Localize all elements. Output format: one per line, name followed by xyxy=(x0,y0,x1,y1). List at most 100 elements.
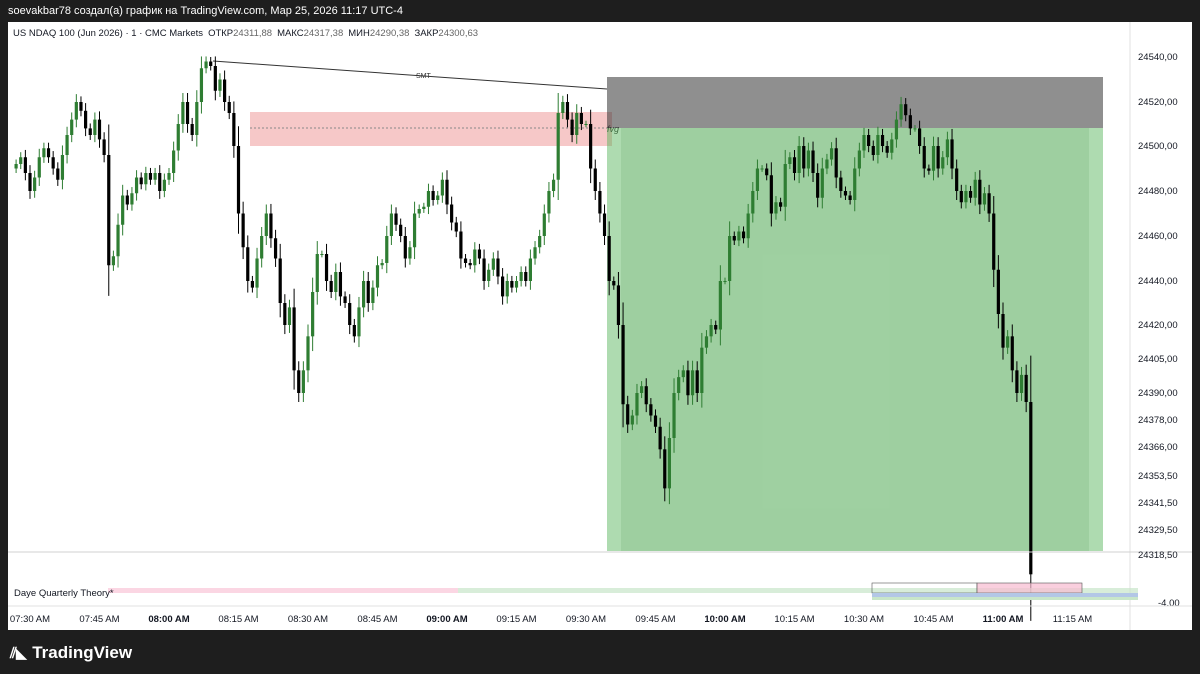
price-tick-label: 24378,00 xyxy=(1138,415,1178,426)
price-tick-label: 24480,00 xyxy=(1138,186,1178,197)
candle-body xyxy=(714,325,718,330)
candle-body xyxy=(649,404,653,416)
candle-body xyxy=(779,202,783,207)
close-label: ЗАКР xyxy=(414,28,438,39)
candle-body xyxy=(607,236,611,281)
price-chart[interactable]: fvg SMT 24540,0024520,0024500,0024480,00… xyxy=(8,22,1192,630)
candle-body xyxy=(278,258,282,303)
candle-body xyxy=(519,272,523,281)
candle-body xyxy=(783,164,787,207)
candle-body xyxy=(352,325,356,337)
candle-body xyxy=(148,173,153,180)
candle-body xyxy=(445,179,449,205)
candle-body xyxy=(158,173,162,191)
candle-body xyxy=(232,113,236,146)
candle-body xyxy=(301,370,305,393)
time-tick-label: 11:15 AM xyxy=(1053,614,1093,625)
time-tick-label: 09:15 AM xyxy=(496,614,536,625)
candle-body xyxy=(746,213,750,239)
candle-body xyxy=(102,139,106,155)
candle-body xyxy=(1029,402,1033,575)
time-tick-label: 10:00 AM xyxy=(704,614,745,625)
candle-body xyxy=(371,287,375,303)
low-value: 24290,38 xyxy=(370,28,410,39)
candle-body xyxy=(269,213,273,239)
candle-body xyxy=(320,254,324,255)
candle-body xyxy=(806,150,810,169)
candle-body xyxy=(1006,336,1010,348)
candle-body xyxy=(630,415,634,425)
candle-body xyxy=(839,177,843,191)
candle-body xyxy=(213,66,217,91)
time-tick-label: 08:15 AM xyxy=(218,614,258,625)
candle-body xyxy=(23,157,27,173)
candle-body xyxy=(918,128,922,146)
candle-body xyxy=(542,213,546,236)
candle-body xyxy=(913,128,917,130)
candle-body xyxy=(922,146,926,169)
candle-body xyxy=(978,179,982,205)
candle-body xyxy=(755,168,760,191)
candle-body xyxy=(311,292,315,337)
candle-body xyxy=(65,135,69,155)
candle-body xyxy=(487,269,491,281)
candle-body xyxy=(686,370,690,396)
footer: ⫽◣ TradingView xyxy=(0,630,1200,674)
candle-body xyxy=(616,285,621,325)
candle-body xyxy=(996,269,1000,314)
candle-body xyxy=(547,191,551,214)
symbol-title[interactable]: US NDAQ 100 (Jun 2026) · 1 · CMC Markets xyxy=(13,28,203,39)
chart-panel[interactable]: fvg SMT 24540,00 24520,00 24500,00 24480,00… xyxy=(8,22,1192,630)
candle-body xyxy=(1001,314,1005,348)
price-tick-label: 24390,00 xyxy=(1138,388,1178,399)
candle-body xyxy=(658,426,662,450)
candle-body xyxy=(853,168,857,200)
candle-body xyxy=(667,438,671,489)
candle-body xyxy=(79,102,83,111)
candle-body xyxy=(473,249,477,266)
candle-body xyxy=(945,139,949,158)
candle-body xyxy=(394,213,398,225)
time-axis[interactable]: 07:30 AM 07:45 AM 08:00 AM 08:15 AM 08:30 AM… xyxy=(10,614,1092,625)
candle-body xyxy=(223,79,227,102)
candle-body xyxy=(635,393,639,416)
candle-body xyxy=(561,102,565,113)
candle-body xyxy=(941,157,945,169)
candle-body xyxy=(246,247,250,281)
caption-bar: soevakbar78 создал(а) график на TradingV… xyxy=(0,0,1200,22)
tradingview-logo[interactable]: ⫽◣ TradingView xyxy=(10,643,132,663)
candle-body xyxy=(1010,336,1014,371)
candle-body xyxy=(570,119,574,135)
time-tick-label: 10:45 AM xyxy=(913,614,953,625)
candle-body xyxy=(51,157,55,169)
candle-body xyxy=(463,258,468,263)
candle-body xyxy=(482,258,486,281)
candle-body xyxy=(366,281,370,303)
candle-body xyxy=(450,204,454,223)
candle-body xyxy=(292,307,296,371)
candle-body xyxy=(287,307,292,325)
candle-body xyxy=(505,281,509,297)
candle-body xyxy=(74,102,78,120)
candle-body xyxy=(176,124,180,151)
close-value: 24300,63 xyxy=(438,28,478,39)
stop-zone xyxy=(607,77,1103,128)
candle-body xyxy=(964,191,968,203)
indicator-name[interactable]: Daye Quarterly Theory* xyxy=(14,588,114,599)
candle-body xyxy=(343,296,347,303)
candle-body xyxy=(732,236,736,241)
candle-body xyxy=(348,303,352,325)
candle-body xyxy=(723,281,727,282)
candle-body xyxy=(876,135,880,155)
candle-body xyxy=(56,168,60,180)
price-tick-label: 24318,50 xyxy=(1138,550,1178,561)
candle-body xyxy=(42,148,46,158)
candle-body xyxy=(695,370,699,393)
candle-body xyxy=(514,281,519,288)
candle-body xyxy=(417,209,421,214)
candle-body xyxy=(19,157,23,164)
candle-body xyxy=(899,104,903,120)
candle-body xyxy=(579,113,583,124)
price-axis[interactable]: 24540,00 24520,00 24500,00 24480,00 24460,00… xyxy=(1138,52,1178,561)
candle-body xyxy=(334,272,338,292)
